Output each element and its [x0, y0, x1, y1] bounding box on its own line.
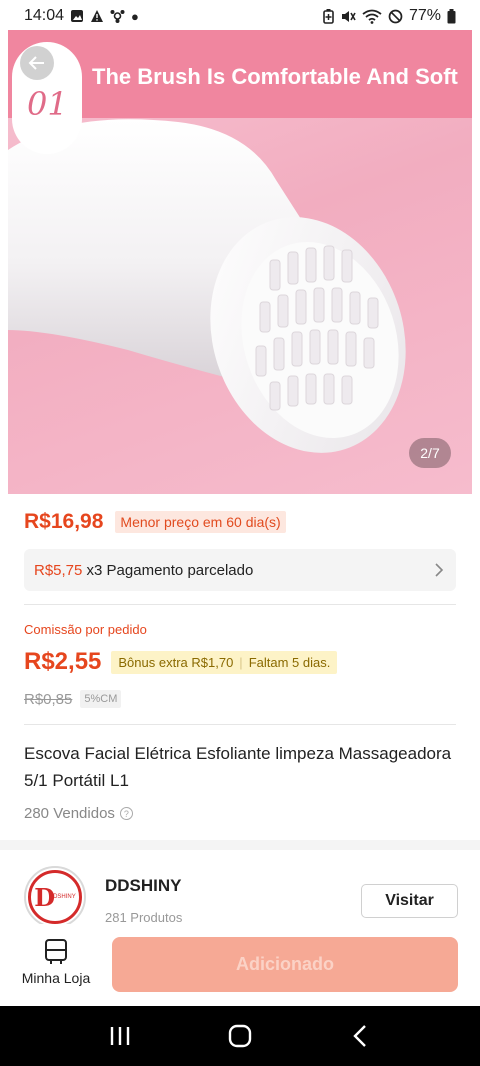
cm-tag: 5%CM	[80, 690, 122, 708]
installment-text: R$5,75 x3 Pagamento parcelado	[34, 562, 253, 579]
arrow-left-icon	[28, 56, 44, 70]
sold-text: 280 Vendidos	[24, 805, 115, 822]
installment-row[interactable]: R$5,75 x3 Pagamento parcelado	[24, 549, 456, 591]
shop-logo-ring: D DSHINY	[28, 870, 82, 924]
bonus-separator: |	[239, 654, 243, 670]
recent-apps-icon	[110, 1027, 130, 1045]
old-commission-row: R$0,85 5%CM	[24, 690, 122, 708]
chevron-left-icon	[353, 1025, 366, 1047]
status-left: 14:04 ●	[24, 7, 139, 25]
store-icon	[45, 939, 67, 964]
visit-shop-button[interactable]: Visitar	[361, 884, 458, 918]
my-store-label: Minha Loja	[21, 970, 91, 986]
status-time: 14:04	[24, 7, 65, 24]
dot-icon: ●	[131, 8, 139, 24]
divider	[24, 604, 456, 605]
shop-product-count: 281 Produtos	[105, 910, 183, 925]
product-price: R$16,98	[24, 510, 104, 533]
installment-label: x3 Pagamento parcelado	[86, 561, 254, 579]
shop-logo[interactable]: D DSHINY	[24, 866, 86, 928]
price-row: R$16,98 Menor preço em 60 dia(s)	[24, 510, 286, 534]
chevron-right-icon	[435, 563, 444, 577]
old-commission-value: R$0,85	[24, 690, 73, 708]
step-badge-number: 01	[27, 85, 68, 123]
commission-value: R$2,55	[24, 648, 102, 675]
status-bar: 14:04 ● 77%	[0, 0, 480, 32]
lowest-price-tag: Menor preço em 60 dia(s)	[115, 511, 286, 533]
divider	[24, 724, 456, 725]
share-icon	[110, 10, 125, 23]
my-store-button[interactable]: Minha Loja	[18, 938, 94, 994]
bonus-days: Faltam 5 dias.	[248, 654, 331, 670]
image-pager: 2/7	[409, 438, 451, 468]
status-right: 77%	[323, 7, 456, 25]
back-button[interactable]	[20, 46, 54, 80]
shop-logo-text: DSHINY	[53, 894, 76, 900]
battery-saver-icon	[323, 8, 334, 24]
product-image-carousel[interactable]: The Brush Is Comfortable And Soft 01 2/7	[8, 30, 472, 494]
recent-apps-button[interactable]	[96, 1012, 144, 1060]
commission-label: Comissão por pedido	[24, 622, 147, 637]
shop-logo-letter: D	[34, 882, 56, 912]
commission-row: R$2,55 Bônus extra R$1,70 | Faltam 5 dia…	[24, 648, 338, 676]
alert-icon	[91, 10, 104, 22]
battery-percent: 77%	[408, 7, 441, 24]
battery-icon	[447, 8, 456, 23]
bonus-tag: Bônus extra R$1,70 | Faltam 5 dias.	[111, 650, 338, 674]
product-detail-screen: 14:04 ● 77% The Brush Is Comfortable And…	[0, 0, 480, 1066]
add-button[interactable]: Adicionado	[112, 937, 458, 992]
info-icon[interactable]: ?	[119, 807, 133, 820]
back-nav-button[interactable]	[336, 1012, 384, 1060]
wifi-icon	[362, 9, 382, 24]
mute-icon	[341, 10, 356, 22]
system-nav-bar	[0, 1006, 480, 1066]
shop-name[interactable]: DDSHINY	[105, 876, 182, 896]
installment-value: R$5,75	[34, 561, 83, 579]
gallery-icon	[71, 10, 84, 22]
home-button[interactable]	[216, 1012, 264, 1060]
product-title: Escova Facial Elétrica Esfoliante limpez…	[24, 744, 452, 790]
bottom-action-bar: Minha Loja Adicionado	[0, 924, 480, 1006]
home-icon	[228, 1024, 252, 1048]
bonus-text: Bônus extra R$1,70	[118, 654, 234, 670]
do-not-disturb-icon	[388, 9, 403, 23]
section-separator	[0, 840, 480, 850]
sold-count: 280 Vendidos ?	[24, 805, 133, 822]
